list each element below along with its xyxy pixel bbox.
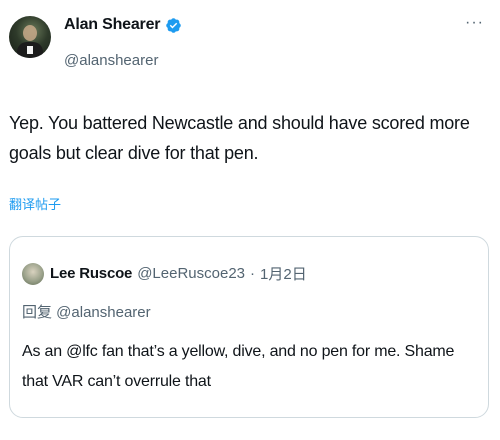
quoted-tweet-header: Lee Ruscoe @LeeRuscoe23 · 1月2日 <box>50 263 307 284</box>
tweet-text: Yep. You battered Newcastle and should h… <box>9 113 470 163</box>
quoted-tweet[interactable]: Lee Ruscoe @LeeRuscoe23 · 1月2日 回复 @alans… <box>9 236 489 418</box>
quoted-tweet-date[interactable]: 1月2日 <box>260 263 307 284</box>
author-name-row: Alan Shearer <box>64 16 182 34</box>
translate-post-link[interactable]: 翻译帖子 <box>9 194 61 213</box>
reply-to-label: 回复 @alanshearer <box>22 304 151 321</box>
author-avatar[interactable] <box>9 16 51 58</box>
verified-badge-icon <box>166 17 182 33</box>
quoted-tweet-text: As an @lfc fan that’s a yellow, dive, an… <box>22 343 455 390</box>
tweet-card: Alan Shearer @alanshearer ··· Yep. You b… <box>0 0 500 440</box>
quoted-author-name[interactable]: Lee Ruscoe <box>50 265 132 282</box>
more-options-icon[interactable]: ··· <box>465 14 484 32</box>
header-separator: · <box>250 265 256 282</box>
author-handle[interactable]: @alanshearer <box>64 52 158 69</box>
quoted-author-handle[interactable]: @LeeRuscoe23 <box>137 265 245 282</box>
quoted-author-avatar[interactable] <box>22 263 44 285</box>
author-display-name[interactable]: Alan Shearer <box>64 16 161 34</box>
